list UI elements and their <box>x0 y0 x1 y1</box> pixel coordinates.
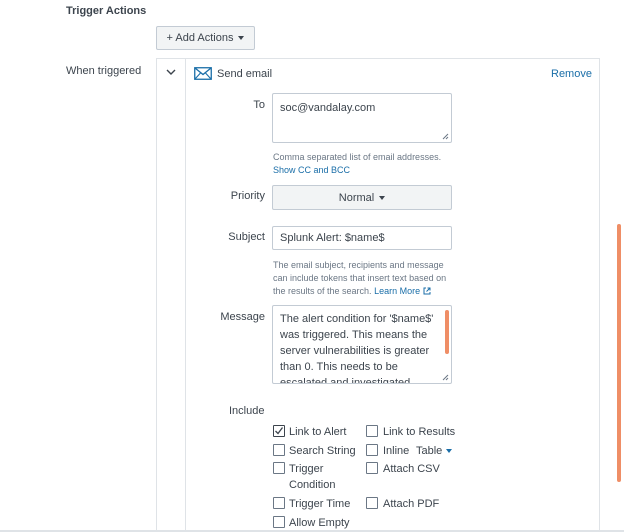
envelope-icon <box>194 67 212 83</box>
trigger-condition-label: Condition <box>289 479 336 491</box>
link-to-alert-checkbox[interactable] <box>273 425 285 437</box>
inline-checkbox[interactable] <box>366 444 378 456</box>
to-field[interactable]: soc@vandalay.com <box>272 93 452 143</box>
link-to-results-label: Link to Results <box>383 426 456 438</box>
trigger-condition-label: Trigger <box>289 463 324 475</box>
priority-label: Priority <box>230 190 265 202</box>
remove-action-link[interactable]: Remove <box>551 68 592 80</box>
external-link-icon <box>423 287 431 295</box>
panel-divider <box>185 58 186 532</box>
link-to-results-checkbox[interactable] <box>366 425 378 437</box>
action-name: Send email <box>217 68 273 80</box>
subject-value: Splunk Alert: $name$ <box>280 232 385 244</box>
trigger-time-label: Trigger Time <box>289 498 351 510</box>
allow-empty-label: Allow Empty <box>289 517 350 529</box>
attach-pdf-label: Attach PDF <box>383 498 440 510</box>
message-line: server vulnerabilities is greater <box>280 345 430 357</box>
to-help-text: Comma separated list of email addresses. <box>273 152 442 162</box>
caret-down-icon <box>379 195 386 200</box>
resize-handle-icon[interactable] <box>442 133 449 140</box>
caret-down-icon <box>238 36 245 40</box>
to-label: To <box>253 99 265 111</box>
search-string-checkbox[interactable] <box>273 444 285 456</box>
chevron-down-icon[interactable] <box>166 67 176 79</box>
message-field[interactable]: The alert condition for '$name$' was tri… <box>272 305 452 384</box>
show-cc-bcc-link[interactable]: Show CC and BCC <box>273 164 350 177</box>
to-value: soc@vandalay.com <box>280 102 376 114</box>
message-line: than 0. This needs to be <box>280 361 398 373</box>
section-title: Trigger Actions <box>66 5 147 17</box>
attach-pdf-checkbox[interactable] <box>366 497 378 509</box>
page-scrollbar-thumb[interactable] <box>617 224 621 482</box>
subject-help-line-2: can include tokens that insert text base… <box>273 273 447 283</box>
message-line: The alert condition for '$name$' <box>280 313 434 325</box>
checkmark-icon <box>275 427 284 435</box>
resize-handle-icon[interactable] <box>442 374 449 381</box>
inline-label: Inline <box>383 445 410 457</box>
trigger-condition-checkbox[interactable] <box>273 462 285 474</box>
caret-down-icon <box>446 449 453 453</box>
priority-select[interactable]: Normal <box>272 185 452 210</box>
attach-csv-checkbox[interactable] <box>366 462 378 474</box>
priority-value: Normal <box>338 191 375 204</box>
link-to-alert-label: Link to Alert <box>289 426 347 438</box>
add-actions-label: + Add Actions <box>166 32 234 44</box>
subject-help-line-3: the results of the search. Learn More <box>273 285 431 298</box>
when-triggered-label: When triggered <box>66 65 142 77</box>
message-label: Message <box>220 311 265 323</box>
message-line: escalated and investigated <box>280 377 411 384</box>
message-line: was triggered. This means the <box>280 329 428 341</box>
learn-more-label: Learn More <box>374 286 421 296</box>
trigger-time-checkbox[interactable] <box>273 497 285 509</box>
learn-more-link[interactable]: Learn More <box>374 286 431 296</box>
allow-empty-checkbox[interactable] <box>273 516 285 528</box>
subject-help-text: the results of the search. <box>273 286 372 296</box>
subject-label: Subject <box>228 231 265 243</box>
inline-format-value: Table <box>416 445 443 457</box>
subject-input[interactable]: Splunk Alert: $name$ <box>272 226 452 250</box>
add-actions-button[interactable]: + Add Actions <box>156 26 255 50</box>
subject-help-line-1: The email subject, recipients and messag… <box>273 260 444 270</box>
inline-format-dropdown[interactable]: Table <box>416 444 453 458</box>
message-scrollbar[interactable] <box>445 310 449 354</box>
search-string-label: Search String <box>289 445 356 457</box>
include-label: Include <box>229 405 265 417</box>
attach-csv-label: Attach CSV <box>383 463 440 475</box>
